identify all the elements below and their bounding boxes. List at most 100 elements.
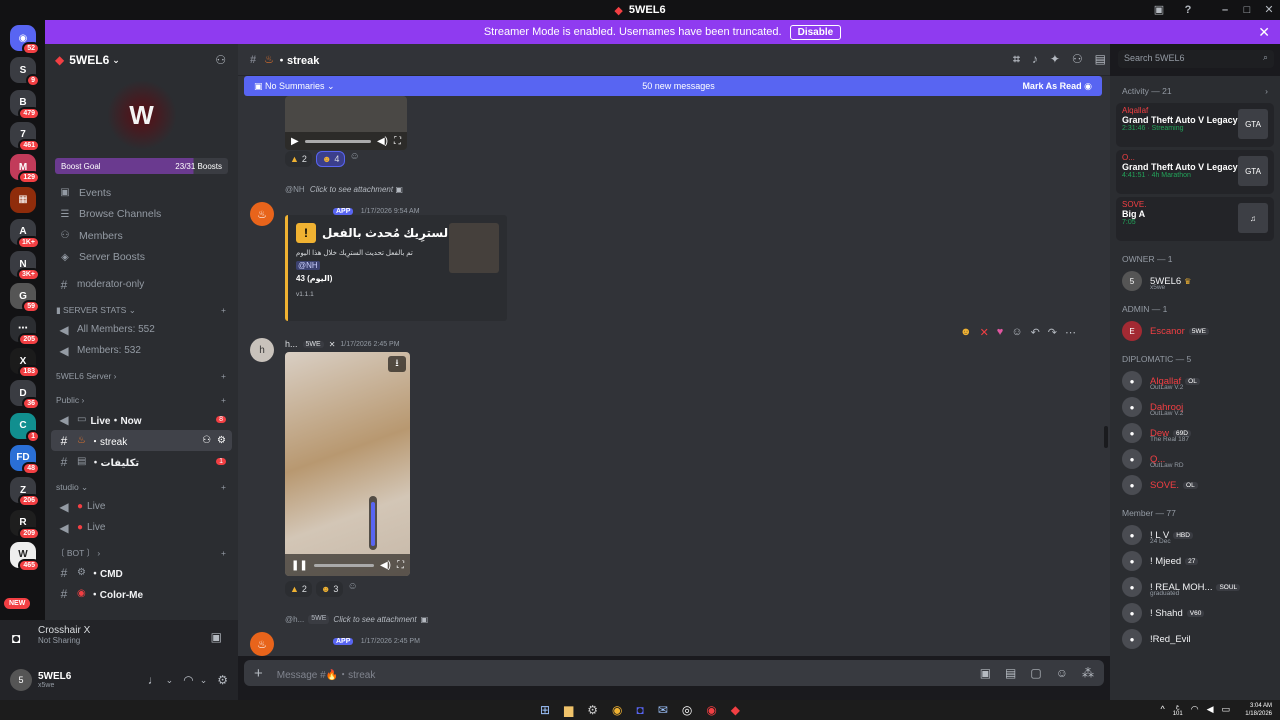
member-regular[interactable]: ● ! Mjeed 27 [1110, 548, 1280, 574]
server-item[interactable]: X 183 [10, 348, 40, 378]
scroll-thumb[interactable] [1104, 426, 1108, 448]
video-attachment[interactable]: ▶ ◀) ⛶ [285, 96, 407, 150]
channel-all-members[interactable]: ◀ All Members: 552 [51, 319, 232, 340]
headphones-icon[interactable]: ◠ [183, 673, 193, 687]
message-composer[interactable]: + Message #🔥・streak ▣ ▤ ▢ ☺ ⁂ [244, 660, 1104, 686]
chevron-down-icon[interactable]: ⌄ [200, 675, 208, 686]
channel-takleef[interactable]: # ▤ ・تكليفات 1 [51, 451, 232, 472]
server-item[interactable]: FD 48 [10, 444, 40, 475]
pause-icon[interactable]: ❚❚ [291, 560, 308, 571]
speaker-tray-icon[interactable]: ◀ [1207, 704, 1214, 718]
server-item[interactable]: R 209 [10, 509, 40, 540]
search-input[interactable]: Search 5WEL6 ⌕ [1118, 50, 1274, 68]
channel-moderator-only[interactable]: # moderator-only [51, 274, 232, 295]
reply-preview[interactable]: @h... 5WE Click to see attachment ▣ [285, 615, 428, 624]
notifications-icon[interactable]: ♪ [1032, 52, 1038, 67]
reaction-warning[interactable]: ▲ 2 [285, 581, 312, 597]
activity-card[interactable]: SOVE. Big A 7:05 ♫ [1116, 197, 1274, 241]
maximize-icon[interactable]: □ [1240, 3, 1254, 17]
chrome-icon[interactable]: ◉ [612, 703, 622, 717]
download-icon[interactable]: ⭳ [388, 356, 406, 372]
gear-icon[interactable]: ⚙ [217, 435, 226, 446]
sticker-icon[interactable]: ▢ [1030, 666, 1041, 680]
server-item[interactable]: S9 [10, 57, 40, 88]
nav-members[interactable]: ⚇ Members [45, 225, 238, 247]
obs-icon[interactable]: ◎ [682, 703, 692, 717]
server-item[interactable]: ▦ [10, 186, 36, 213]
member-diplomatic[interactable]: ● Alqallaf OL OutLaw V.2 [1110, 368, 1280, 394]
member-diplomatic[interactable]: ● Dew 69D The Real 187 [1110, 420, 1280, 446]
gif-icon[interactable]: ▤ [1005, 666, 1016, 680]
reply-icon[interactable]: ↶ [1031, 326, 1040, 339]
microphone-icon[interactable]: ♩ [148, 673, 160, 687]
help-icon[interactable]: ? [1181, 3, 1195, 17]
summaries-dropdown[interactable]: ▣ No Summaries ⌄ [254, 81, 335, 92]
battery-icon[interactable]: ▭ [1221, 704, 1230, 718]
author-name[interactable]: h... [285, 339, 298, 349]
mark-as-read-button[interactable]: Mark As Read ◉ [1022, 81, 1092, 92]
server-item[interactable]: ◉ 52 [10, 25, 40, 55]
channel-color-me[interactable]: # ◉ ・Color-Me [51, 583, 232, 604]
server-item[interactable]: D 36 [10, 380, 40, 411]
disable-streamer-button[interactable]: Disable [789, 24, 842, 40]
clock[interactable]: 3:04 AM 1/18/2026 [1245, 702, 1272, 718]
channel-streak[interactable]: # ♨ ・streak ⚇ ⚙ [51, 430, 232, 451]
forward-icon[interactable]: ↷ [1048, 326, 1057, 339]
inbox-icon[interactable]: ▣ [1152, 3, 1166, 17]
volume-icon[interactable]: ◀) [377, 136, 388, 147]
wifi-icon[interactable]: ◠ [1191, 704, 1199, 718]
server-item[interactable]: 7 461 [10, 121, 40, 152]
user-avatar[interactable]: 5 [10, 669, 32, 691]
app-icon[interactable]: ◆ [731, 703, 740, 717]
category-public[interactable]: Public › + [45, 391, 238, 409]
category-studio[interactable]: studio ⌄ + [45, 478, 238, 496]
add-channel-icon[interactable]: + [221, 548, 226, 558]
minimize-icon[interactable]: – [1218, 3, 1232, 17]
bot-avatar[interactable]: ♨ [250, 632, 274, 656]
member-diplomatic[interactable]: ● Dahrooj OutLaw V.2 [1110, 394, 1280, 420]
channel-live-2[interactable]: ◀ ● Live [51, 517, 232, 538]
reply-preview[interactable]: @NH Click to see attachment ▣ [285, 185, 403, 194]
add-reaction-icon[interactable]: ☺ [349, 151, 359, 167]
laugh-reaction-icon[interactable]: ☻ [960, 326, 972, 339]
member-owner[interactable]: 5 5WEL6 ♛ x5we [1110, 268, 1280, 294]
heart-reaction-icon[interactable]: ♥ [997, 326, 1004, 339]
file-explorer-icon[interactable]: ▆ [564, 703, 573, 717]
member-admin[interactable]: E Escanor 5WE [1110, 318, 1280, 344]
reaction-warning[interactable]: ▲ 2 [285, 151, 312, 167]
server-item[interactable]: W 465 [10, 541, 40, 572]
embed-thumbnail[interactable] [449, 223, 499, 273]
windows-start-icon[interactable]: ⊞ [540, 703, 550, 717]
mail-icon[interactable]: ✉ [658, 703, 668, 717]
server-header[interactable]: ◆ 5WEL6 ⌄ ⚇ [45, 44, 238, 76]
category-server[interactable]: 5WEL6 Server › + [45, 367, 238, 385]
inbox-icon[interactable]: ▤ [1095, 52, 1106, 67]
more-icon[interactable]: ⋯ [1065, 326, 1076, 339]
add-channel-icon[interactable]: + [221, 482, 226, 492]
server-item[interactable]: ⋯ 205 [10, 315, 40, 346]
threads-icon[interactable]: ⌗ [1013, 52, 1020, 67]
chevron-right-icon[interactable]: › [1265, 86, 1268, 96]
channel-cmd[interactable]: # ⚙ ・CMD [51, 562, 232, 583]
user-avatar[interactable]: h [250, 338, 274, 362]
add-channel-icon[interactable]: + [221, 395, 226, 405]
pin-icon[interactable]: ✦ [1050, 52, 1060, 67]
emoji-icon[interactable]: ☺ [1056, 666, 1068, 680]
server-item[interactable]: Z 206 [10, 477, 40, 508]
server-item[interactable]: B 479 [10, 89, 40, 120]
member-diplomatic[interactable]: ● Q... OutLaw RD [1110, 446, 1280, 472]
boost-goal-bar[interactable]: Boost Goal 23/31 Boosts [55, 158, 228, 174]
video-attachment[interactable]: ⭳ ❚❚ ◀) ⛶ [285, 352, 410, 576]
member-regular[interactable]: ● !Red_Evil [1110, 626, 1280, 652]
play-icon[interactable]: ▶ [291, 136, 299, 147]
chevron-down-icon[interactable]: ⌄ [166, 675, 174, 686]
channel-members[interactable]: ◀ Members: 532 [51, 340, 232, 361]
member-regular[interactable]: ●! L V HBD 24 Dec [1110, 522, 1280, 548]
seek-bar[interactable] [304, 139, 371, 143]
add-attachment-icon[interactable]: + [254, 665, 263, 682]
nav-events[interactable]: ▣ Events [45, 182, 238, 204]
add-reaction-icon[interactable]: ☺ [347, 581, 357, 597]
member-regular[interactable]: ●! REAL MOH... SOUL graduated [1110, 574, 1280, 600]
category-server-stats[interactable]: ▮ SERVER STATS ⌄ + [45, 301, 238, 319]
x-reaction-icon[interactable]: ✕ [980, 326, 989, 339]
